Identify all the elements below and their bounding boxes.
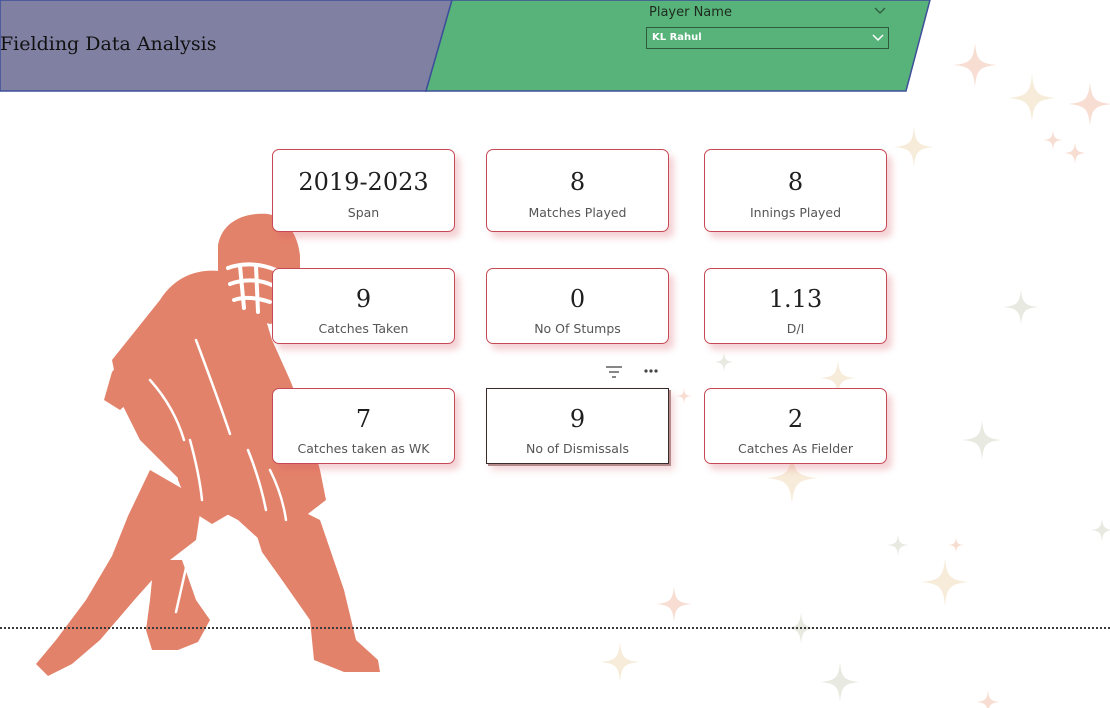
visual-header-toolbar[interactable]	[602, 362, 664, 382]
kpi-value: 9	[355, 285, 372, 313]
chevron-down-icon[interactable]	[873, 6, 887, 16]
more-options-icon[interactable]	[644, 369, 658, 373]
kpi-label: Catches As Fielder	[738, 441, 853, 456]
kpi-card-no-of-stumps[interactable]: 0 No Of Stumps	[486, 268, 669, 344]
filter-icon[interactable]	[606, 366, 622, 378]
kpi-card-innings-played[interactable]: 8 Innings Played	[704, 149, 887, 232]
kpi-card-matches-played[interactable]: 8 Matches Played	[486, 149, 669, 232]
kpi-label: No Of Stumps	[534, 321, 621, 336]
kpi-card-no-of-dismissals[interactable]: 9 No of Dismissals	[486, 388, 669, 464]
kpi-card-catches-taken[interactable]: 9 Catches Taken	[272, 268, 455, 344]
kpi-card-catches-taken-as-wk[interactable]: 7 Catches taken as WK	[272, 388, 455, 464]
player-name-selected: KL Rahul	[652, 32, 702, 43]
kpi-value: 8	[787, 168, 804, 196]
kpi-value: 1.13	[768, 285, 823, 313]
kpi-label: Catches taken as WK	[297, 441, 430, 456]
kpi-value: 9	[569, 405, 586, 433]
kpi-label: Catches Taken	[318, 321, 409, 336]
dotted-divider	[0, 627, 1110, 629]
slicer-label: Player Name	[649, 5, 732, 20]
kpi-label: D/I	[786, 321, 805, 336]
kpi-card-span[interactable]: 2019-2023 Span	[272, 149, 455, 232]
kpi-label: Innings Played	[749, 205, 842, 220]
kpi-card-catches-as-fielder[interactable]: 2 Catches As Fielder	[704, 388, 887, 464]
kpi-label: Matches Played	[528, 205, 627, 220]
kpi-label: Span	[347, 205, 380, 220]
background-decor	[36, 43, 1110, 708]
kpi-label: No of Dismissals	[526, 441, 629, 456]
sparkle-decor	[600, 43, 1110, 708]
kpi-value: 8	[569, 168, 586, 196]
chevron-down-icon[interactable]	[871, 32, 885, 44]
report-canvas: Fielding Data Analysis Player Name KL Ra…	[0, 0, 1110, 708]
kpi-value: 2019-2023	[298, 168, 429, 196]
kpi-value: 7	[355, 405, 372, 433]
player-name-dropdown[interactable]: KL Rahul	[646, 27, 889, 49]
page-title: Fielding Data Analysis	[0, 33, 217, 55]
kpi-value: 0	[569, 285, 586, 313]
kpi-value: 2	[787, 405, 804, 433]
kpi-card-d-i[interactable]: 1.13 D/I	[704, 268, 887, 344]
